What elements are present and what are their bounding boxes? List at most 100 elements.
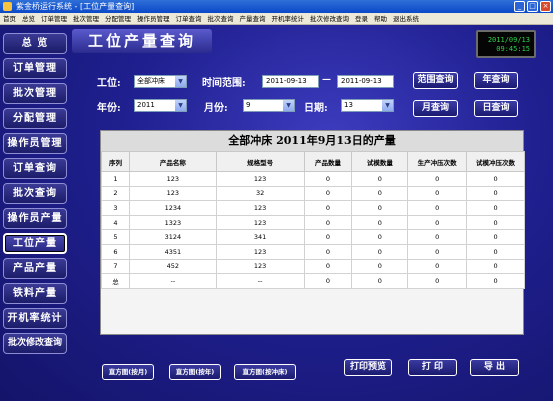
menu-item-help[interactable]: 帮助 [371,13,390,24]
month-label: 月份: [204,103,228,114]
table-cell: 总 [101,273,130,289]
table-row[interactable]: 3 1234 123 0 0 0 0 [101,200,525,216]
menu-item-allocation[interactable]: 分配管理 [102,13,134,24]
maximize-button[interactable]: □ [527,1,538,12]
table-cell: 0 [303,273,353,289]
year-select[interactable]: 2011 ▼ [134,99,187,112]
table-row[interactable]: 5 3124 341 0 0 0 0 [101,229,525,245]
menu-item-order-query[interactable]: 订单查询 [173,13,205,24]
column-header: 生产冲压次数 [407,151,468,172]
table-cell: 123 [215,171,305,187]
sidebar-item-product-output[interactable]: 产品产量 [3,258,67,279]
table-cell: 123 [215,200,305,216]
histogram-by-month-button[interactable]: 直方图(按月) [102,364,154,380]
month-query-button[interactable]: 月查询 [413,100,458,117]
table-cell: 0 [351,229,409,245]
menu-item-operators[interactable]: 操作员管理 [134,13,173,24]
table-cell: 0 [303,171,353,187]
app-area: 总 览 订单管理 批次管理 分配管理 操作员管理 订单查询 批次查询 操作员产量… [0,25,553,401]
table-cell: 0 [466,258,525,275]
table-cell: 0 [303,185,353,202]
histogram-by-press-button[interactable]: 直方图(按冲床) [234,364,296,380]
menu-item-batch-query[interactable]: 批次查询 [205,13,237,24]
sidebar-item-batch-modify[interactable]: 批次修改查询 [3,333,67,354]
table-cell: 2 [101,185,130,202]
menu-item-home[interactable]: 首页 [0,13,19,24]
sidebar-item-overview[interactable]: 总 览 [3,33,67,54]
range-start-input[interactable]: 2011-09-13 [262,75,319,88]
app-icon [3,2,12,11]
window-titlebar: 紫金桥运行系统 - [工位产量查询] _ □ × [0,0,553,13]
chevron-down-icon: ▼ [283,100,294,111]
table-cell: 0 [351,243,409,260]
table-cell: 0 [466,243,525,260]
table-cell: 0 [351,214,409,231]
table-cell: 0 [407,185,468,202]
table-row[interactable]: 2 123 32 0 0 0 0 [101,185,525,202]
sidebar-item-operators[interactable]: 操作员管理 [3,133,67,154]
sidebar-item-batches[interactable]: 批次管理 [3,83,67,104]
sidebar-item-material-output[interactable]: 铁料产量 [3,283,67,304]
histogram-by-year-button[interactable]: 直方图(按年) [169,364,221,380]
sidebar-item-operator-output[interactable]: 操作员产量 [3,208,67,229]
year-query-button[interactable]: 年查询 [474,72,518,89]
table-cell: 341 [215,229,305,245]
export-button[interactable]: 导 出 [470,359,519,376]
range-end-input[interactable]: 2011-09-13 [337,75,394,88]
table-cell: 0 [351,258,409,275]
table-total-row[interactable]: 总 -- -- 0 0 0 0 [101,273,525,289]
window-title: 紫金桥运行系统 - [工位产量查询] [16,2,135,11]
day-query-button[interactable]: 日查询 [474,100,518,117]
minimize-button[interactable]: _ [514,1,525,12]
results-panel: 全部冲床 2011年9月13日的产量 序列 产品名称 规格型号 产品数量 试模数… [100,130,525,335]
close-button[interactable]: × [540,1,551,12]
print-preview-button[interactable]: 打印预览 [344,359,392,376]
table-cell: 0 [303,200,353,216]
table-caption: 全部冲床 2011年9月13日的产量 [101,131,523,151]
menu-bar: 首页 总览 订单管理 批次管理 分配管理 操作员管理 订单查询 批次查询 产量查… [0,13,553,25]
menu-item-batches[interactable]: 批次管理 [70,13,102,24]
table-header-row: 序列 产品名称 规格型号 产品数量 试模数量 生产冲压次数 试模冲压次数 [101,151,525,172]
menu-item-output-query[interactable]: 产量查询 [237,13,269,24]
column-header: 序列 [101,151,130,172]
sidebar-item-station-output[interactable]: 工位产量 [3,233,67,254]
table-row[interactable]: 7 452 123 0 0 0 0 [101,258,525,275]
day-select-value: 13 [344,101,353,109]
print-button[interactable]: 打 印 [408,359,457,376]
table-cell: 6 [101,243,130,260]
sidebar-item-order-query[interactable]: 订单查询 [3,158,67,179]
clock-time: 09:45:15 [496,45,530,53]
table-cell: 123 [215,214,305,231]
table-row[interactable]: 1 123 123 0 0 0 0 [101,171,525,187]
table-cell: 0 [466,214,525,231]
table-cell: 0 [351,185,409,202]
sidebar-item-uptime[interactable]: 开机率统计 [3,308,67,329]
sidebar-item-allocation[interactable]: 分配管理 [3,108,67,129]
range-query-button[interactable]: 范围查询 [413,72,458,89]
column-header: 试模冲压次数 [466,151,525,172]
menu-item-uptime[interactable]: 开机率统计 [269,13,308,24]
results-table: 序列 产品名称 规格型号 产品数量 试模数量 生产冲压次数 试模冲压次数 1 12… [101,151,525,289]
table-cell: 0 [407,229,468,245]
clock-date: 2011/09/13 [487,36,530,44]
table-cell: 123 [215,258,305,275]
month-select[interactable]: 9 ▼ [243,99,295,112]
station-select-value: 全部冲床 [137,77,165,85]
menu-item-overview[interactable]: 总览 [19,13,38,24]
menu-item-login[interactable]: 登录 [352,13,371,24]
table-row[interactable]: 6 4351 123 0 0 0 0 [101,243,525,260]
menu-item-orders[interactable]: 订单管理 [38,13,70,24]
table-cell: 0 [466,200,525,216]
table-row[interactable]: 4 1323 123 0 0 0 0 [101,214,525,231]
sidebar-item-orders[interactable]: 订单管理 [3,58,67,79]
column-header: 试模数量 [351,151,409,172]
table-cell: 0 [303,258,353,275]
menu-item-batch-modify[interactable]: 批次修改查询 [307,13,352,24]
menu-item-exit[interactable]: 退出系统 [390,13,422,24]
column-header: 产品数量 [303,151,353,172]
sidebar-item-batch-query[interactable]: 批次查询 [3,183,67,204]
day-select[interactable]: 13 ▼ [341,99,394,112]
station-select[interactable]: 全部冲床 ▼ [134,75,187,88]
table-cell: 1323 [128,214,217,231]
table-cell: 1234 [128,200,217,216]
